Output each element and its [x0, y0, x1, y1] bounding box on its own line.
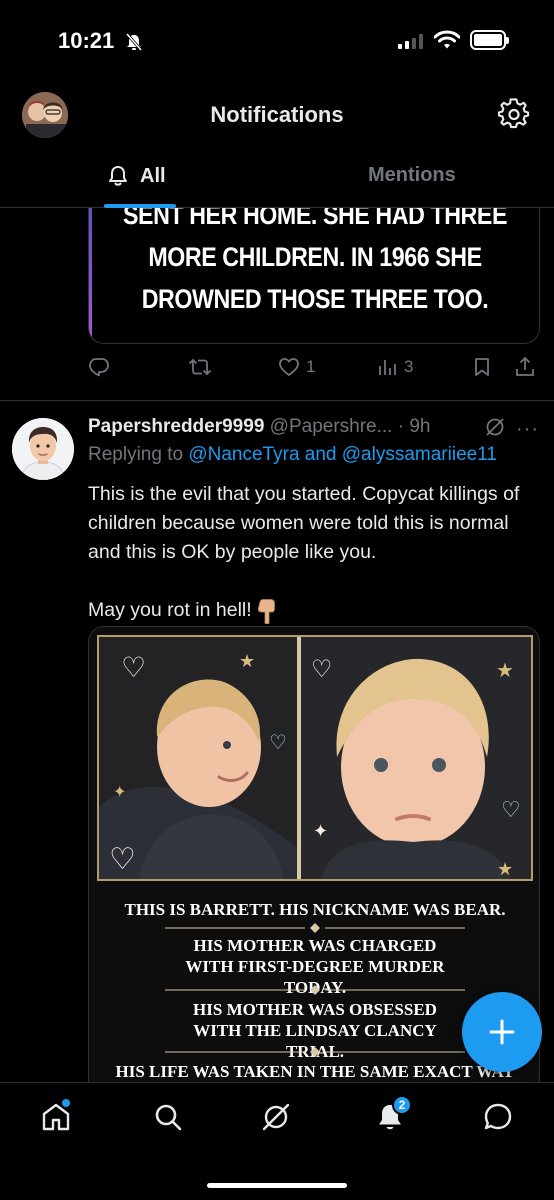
notifications-badge: 2	[392, 1095, 412, 1115]
reply-button[interactable]	[88, 356, 110, 378]
bookmark-button[interactable]	[472, 356, 492, 378]
nav-messages[interactable]	[482, 1101, 514, 1138]
notification-tabs: All Mentions	[0, 150, 554, 208]
tab-all-label: All	[140, 164, 166, 187]
tweet-paragraph: This is the evil that you started. Copyc…	[88, 483, 520, 563]
svg-text:♡: ♡	[311, 655, 333, 683]
media-accent-bar	[89, 208, 92, 343]
settings-gear-icon[interactable]	[498, 98, 530, 130]
nav-grok[interactable]	[260, 1101, 292, 1138]
media-text-line: MORE CHILDREN. IN 1966 SHE	[148, 242, 482, 272]
like-button[interactable]: 1	[278, 356, 315, 378]
status-bar: 10:21	[0, 0, 554, 86]
status-time: 10:21	[58, 28, 115, 53]
media-caption: HIS LIFE WAS TAKEN IN THE SAME EXACT WAY	[115, 1062, 515, 1081]
ornament-divider	[165, 923, 465, 933]
tweet-paragraph: May you rot in hell!	[88, 599, 252, 621]
svg-text:✦: ✦	[313, 821, 328, 842]
nav-notifications[interactable]: 2	[374, 1095, 412, 1138]
wifi-icon	[434, 30, 460, 49]
plus-icon	[489, 1019, 515, 1045]
svg-text:✦: ✦	[113, 782, 126, 801]
page-title: Notifications	[210, 102, 344, 127]
views-icon	[379, 360, 396, 375]
repost-icon	[188, 358, 212, 376]
cellular-signal-icon	[398, 34, 423, 49]
tab-all[interactable]: All	[106, 164, 166, 188]
cartoon-avatar	[12, 418, 74, 480]
view-count: 3	[404, 357, 414, 376]
ornament-divider	[165, 985, 465, 995]
previous-tweet-actions: 1 3	[88, 356, 540, 384]
svg-text:★: ★	[239, 651, 255, 672]
replying-prefix: Replying to	[88, 444, 184, 465]
nav-search[interactable]	[152, 1101, 184, 1138]
bell-icon	[109, 166, 127, 186]
svg-text:♡: ♡	[269, 730, 287, 754]
media-text-line: SENT HER HOME. SHE HAD THREE	[122, 208, 508, 230]
ornament-divider	[165, 1047, 465, 1057]
previous-tweet-media[interactable]: SENT HER HOME. SHE HAD THREE MORE CHILDR…	[88, 208, 540, 344]
grok-icon	[262, 1103, 290, 1131]
share-icon	[516, 356, 534, 376]
notifications-header: Notifications	[0, 86, 554, 144]
nav-home[interactable]	[40, 1099, 72, 1138]
repost-button[interactable]	[188, 356, 212, 378]
svg-text:♡: ♡	[109, 842, 136, 877]
bookmark-icon	[475, 358, 489, 376]
svg-text:★: ★	[496, 658, 514, 682]
messages-icon	[484, 1103, 512, 1130]
like-count: 1	[306, 357, 316, 376]
share-button[interactable]	[514, 356, 536, 378]
tab-mentions-label: Mentions	[368, 164, 456, 186]
search-icon	[155, 1104, 182, 1131]
tweet-paragraph-closing: May you rot in hell!	[88, 596, 538, 625]
views-button[interactable]: 3	[376, 356, 413, 378]
new-posts-dot	[62, 1099, 70, 1107]
silent-mode-icon	[125, 33, 143, 51]
replying-to-mentions[interactable]: @NanceTyra and @alyssamariiee11	[188, 444, 497, 465]
battery-icon	[470, 30, 509, 50]
child-photo-right: ♡ ★ ♡ ★ ✦	[301, 637, 531, 879]
grok-icon[interactable]	[484, 416, 506, 438]
author-handle-time[interactable]: @Papershre... · 9h	[270, 416, 431, 437]
tab-mentions[interactable]: Mentions	[368, 164, 456, 187]
tweet-divider	[0, 400, 554, 401]
svg-text:♡: ♡	[501, 798, 521, 823]
more-options-icon[interactable]: ···	[516, 418, 539, 441]
child-photo-left: ♡ ★ ✦ ♡ ♡	[99, 637, 297, 879]
media-text-line: DROWNED THOSE THREE TOO.	[141, 284, 489, 314]
compose-post-button[interactable]	[462, 992, 542, 1072]
photo-collage: ♡ ★ ✦ ♡ ♡ ♡ ★ ♡ ★ ✦	[97, 635, 533, 881]
svg-text:★: ★	[497, 859, 513, 879]
svg-text:♡: ♡	[121, 651, 146, 684]
tweet-header: Papershredder9999 @Papershre... · 9h ···	[88, 416, 548, 442]
pointing-down-emoji-icon	[257, 598, 275, 624]
replying-to-line: Replying to @NanceTyra and @alyssamariie…	[88, 444, 497, 466]
heart-icon	[279, 358, 299, 376]
home-indicator[interactable]	[207, 1183, 347, 1188]
author-name[interactable]: Papershredder9999	[88, 416, 264, 437]
media-caption: THIS IS BARRETT. HIS NICKNAME WAS BEAR.	[124, 900, 506, 919]
reply-icon	[89, 358, 109, 377]
author-avatar[interactable]	[12, 418, 74, 480]
